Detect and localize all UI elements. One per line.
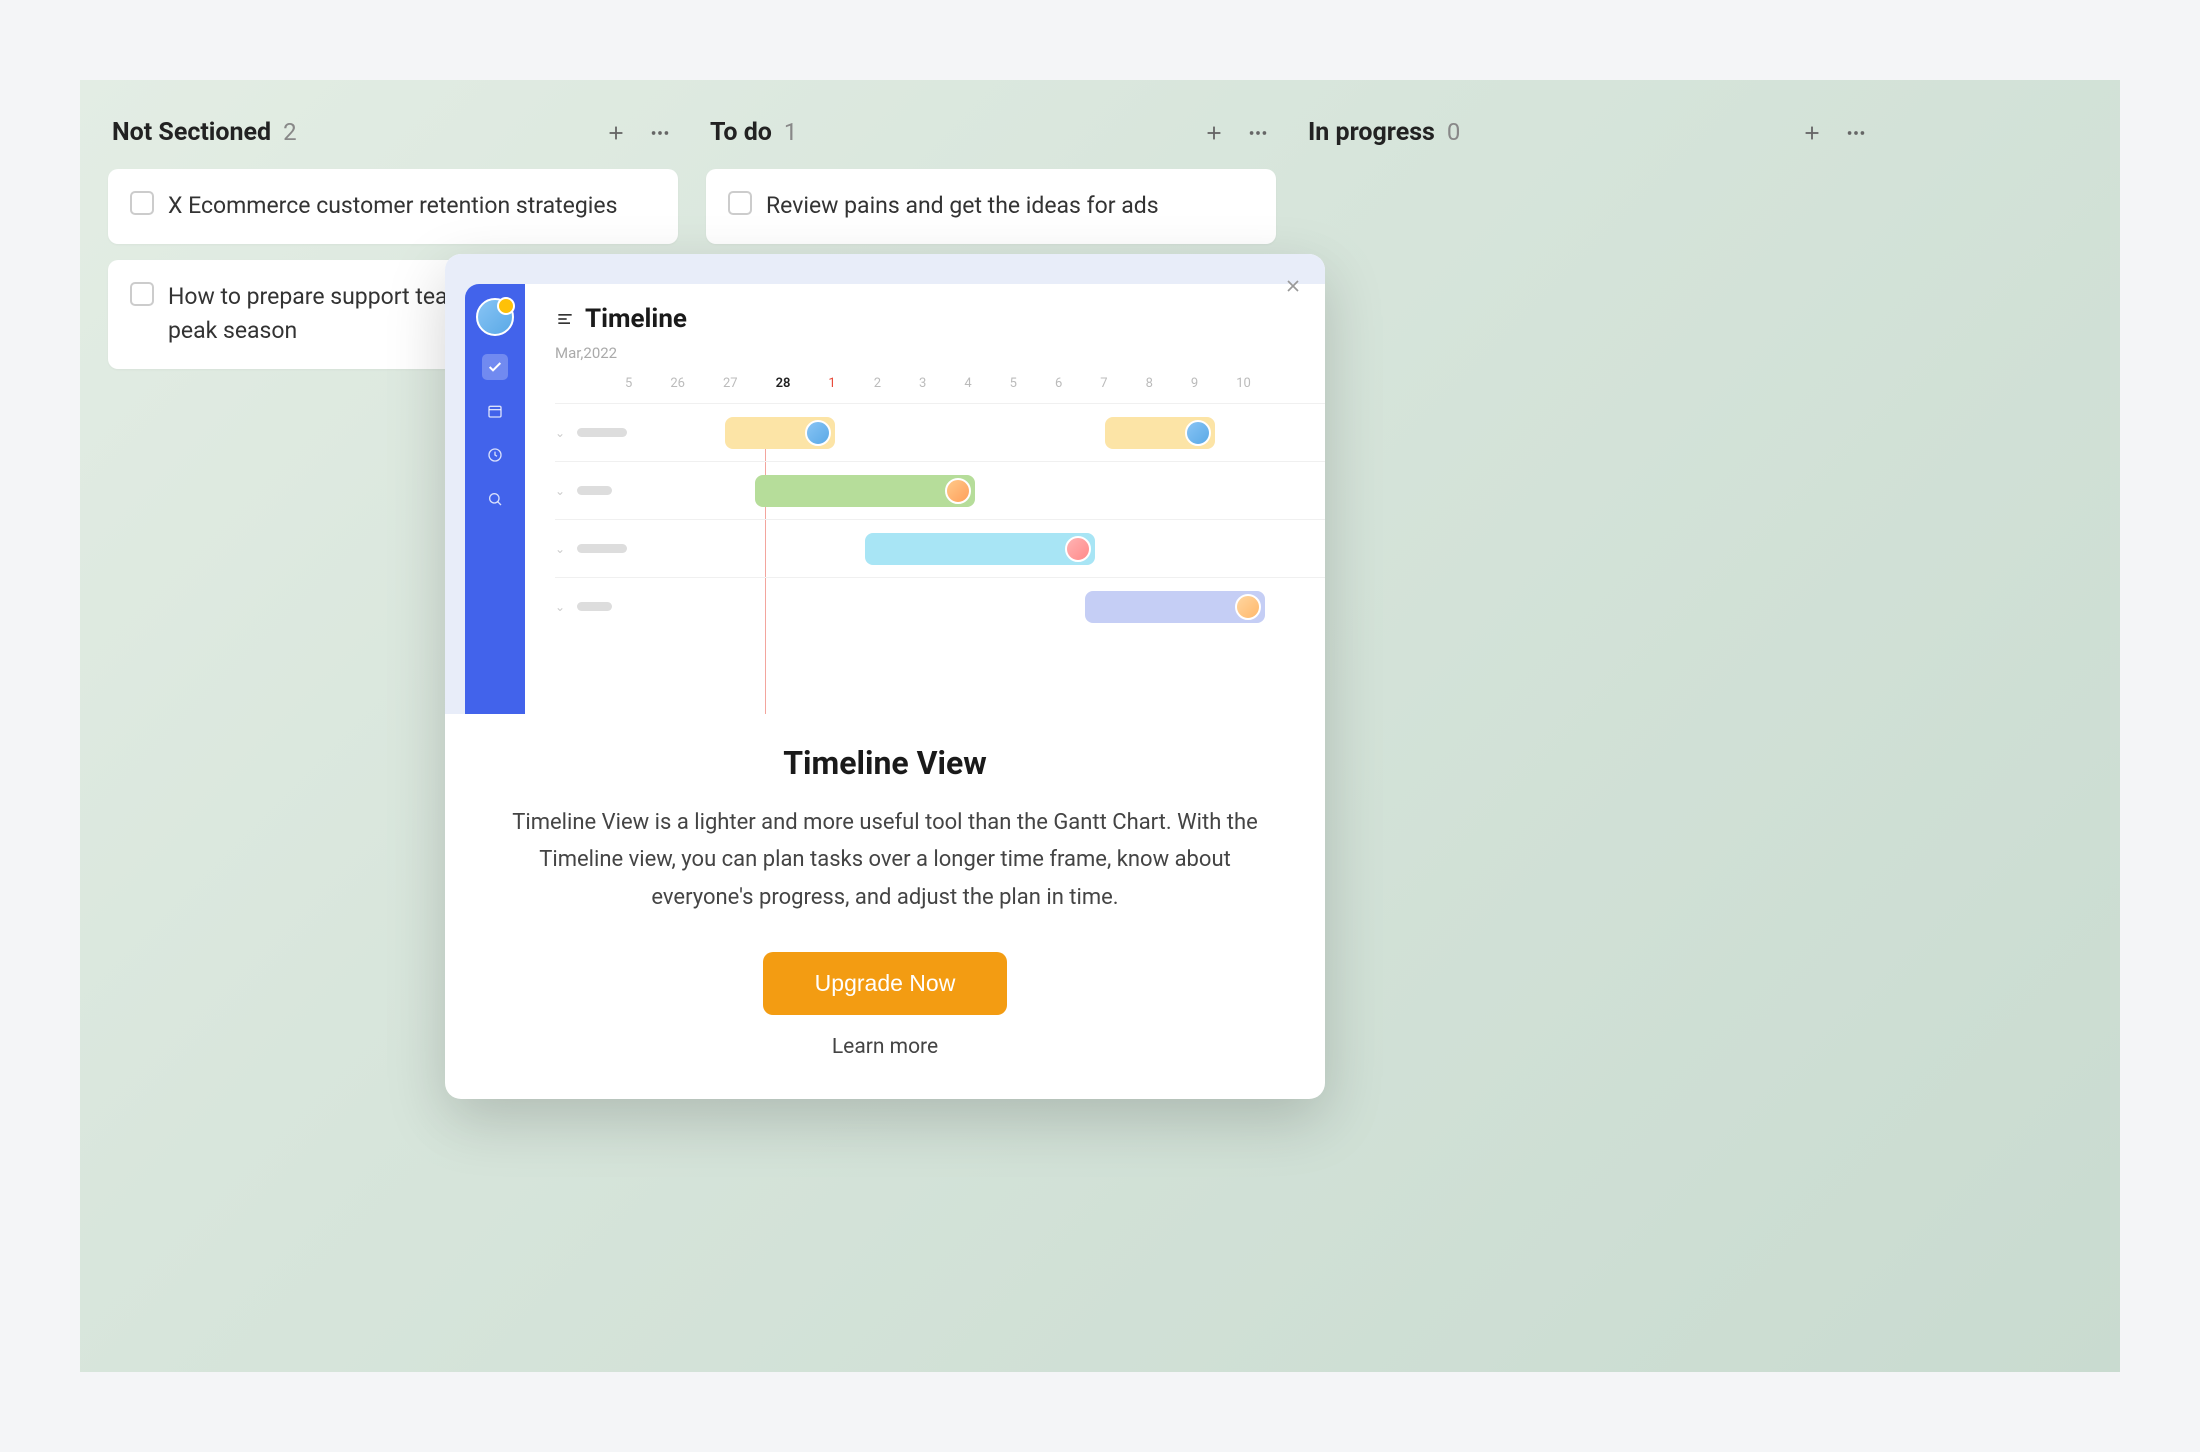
task-card[interactable]: Review pains and get the ideas for ads: [706, 169, 1276, 244]
column-menu-button[interactable]: [646, 119, 674, 147]
check-icon: [482, 354, 508, 380]
illus-date-label: Mar,2022: [555, 344, 1325, 362]
chevron-down-icon: ⌄: [555, 542, 567, 556]
column-in-progress: In progress 0: [1304, 108, 1874, 1344]
gantt-bar: [725, 417, 835, 449]
add-task-button[interactable]: [1200, 119, 1228, 147]
learn-more-link[interactable]: Learn more: [495, 1035, 1275, 1059]
task-card[interactable]: X Ecommerce customer retention strategie…: [108, 169, 678, 244]
avatar: [476, 298, 514, 336]
chevron-down-icon: ⌄: [555, 426, 567, 440]
task-checkbox[interactable]: [728, 191, 752, 215]
add-task-button[interactable]: [1798, 119, 1826, 147]
calendar-icon: [482, 398, 508, 424]
timeline-upgrade-modal: Timeline Mar,2022 5 26 27 28 1 2 3 4 5 6…: [445, 254, 1325, 1099]
upgrade-now-button[interactable]: Upgrade Now: [763, 952, 1008, 1015]
modal-title: Timeline View: [495, 744, 1275, 782]
task-checkbox[interactable]: [130, 191, 154, 215]
timeline-icon: [555, 309, 575, 329]
illus-date-axis: 5 26 27 28 1 2 3 4 5 6 7 8 9 10: [555, 376, 1325, 391]
gantt-bar: [755, 475, 975, 507]
chevron-down-icon: ⌄: [555, 484, 567, 498]
chevron-down-icon: ⌄: [555, 600, 567, 614]
gantt-bar: [1105, 417, 1215, 449]
column-title: Not Sectioned: [112, 118, 271, 147]
close-icon[interactable]: [1277, 270, 1309, 302]
column-title: In progress: [1308, 118, 1435, 147]
illus-title: Timeline: [585, 304, 687, 334]
task-checkbox[interactable]: [130, 282, 154, 306]
column-count: 2: [283, 118, 297, 146]
add-task-button[interactable]: [602, 119, 630, 147]
task-title: Review pains and get the ideas for ads: [766, 189, 1159, 224]
column-menu-button[interactable]: [1244, 119, 1272, 147]
timeline-illustration: Timeline Mar,2022 5 26 27 28 1 2 3 4 5 6…: [445, 254, 1325, 714]
search-icon: [482, 486, 508, 512]
task-title: X Ecommerce customer retention strategie…: [168, 189, 617, 224]
column-title: To do: [710, 118, 772, 147]
column-count: 1: [784, 118, 798, 146]
column-count: 0: [1447, 118, 1461, 146]
column-menu-button[interactable]: [1842, 119, 1870, 147]
modal-description: Timeline View is a lighter and more usef…: [495, 804, 1275, 916]
gantt-bar: [865, 533, 1095, 565]
clock-icon: [482, 442, 508, 468]
gantt-bar: [1085, 591, 1265, 623]
